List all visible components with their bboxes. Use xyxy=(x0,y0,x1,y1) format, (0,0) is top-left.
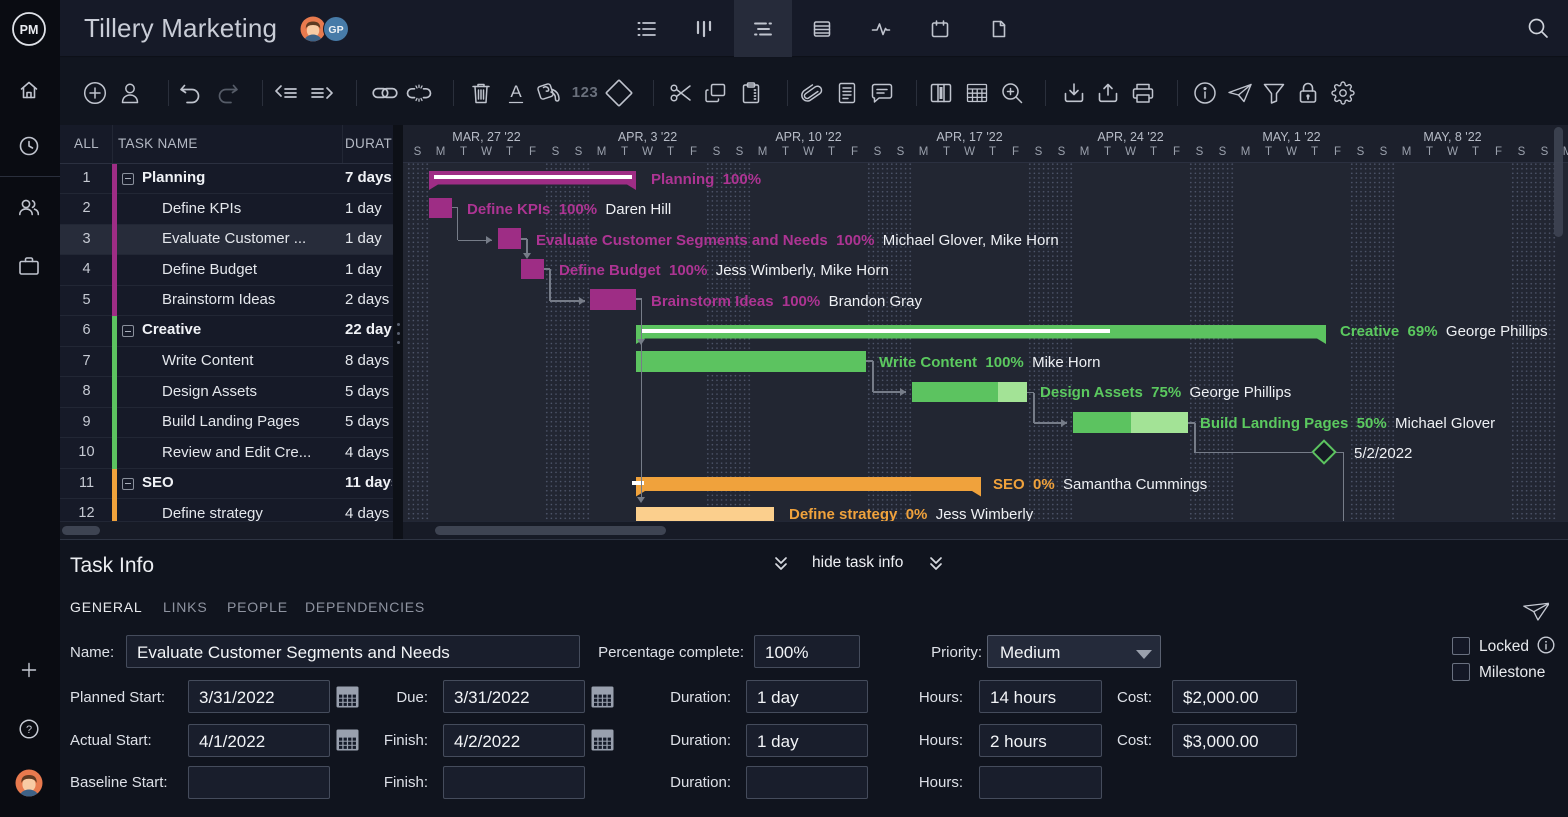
svg-text:A: A xyxy=(510,82,522,101)
svg-text:PM: PM xyxy=(20,23,39,37)
svg-text:?: ? xyxy=(26,724,32,736)
svg-text:GP: GP xyxy=(328,24,343,36)
